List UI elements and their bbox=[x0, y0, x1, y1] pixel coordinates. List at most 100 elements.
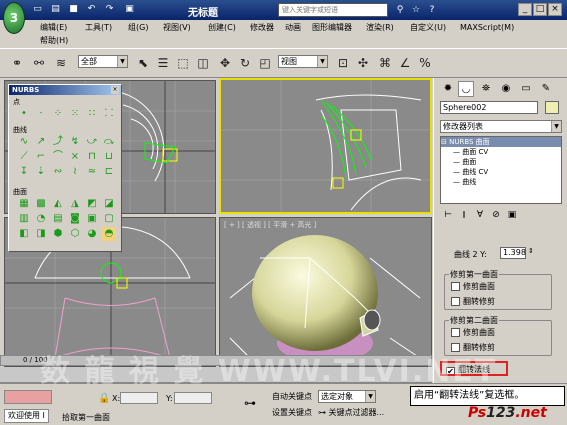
extrude-surface-icon[interactable]: ▥ bbox=[17, 212, 31, 226]
rail-sweep-2-icon[interactable]: ◨ bbox=[34, 227, 48, 241]
scale-icon[interactable]: ◰ bbox=[256, 54, 274, 72]
link-icon[interactable]: ⚭ bbox=[8, 54, 26, 72]
show-end-result-icon[interactable]: ⫾ bbox=[456, 208, 472, 222]
fillet-curve-icon[interactable]: ⌒ bbox=[51, 150, 65, 164]
y-coord-field[interactable] bbox=[174, 392, 212, 404]
stack-item-curve-cv[interactable]: — 曲线 CV bbox=[441, 167, 561, 177]
lock-selection-icon[interactable]: 🔒 bbox=[98, 393, 110, 404]
surface-surface-intersection-icon[interactable]: ⨯ bbox=[68, 150, 82, 164]
close-icon[interactable]: × bbox=[111, 86, 119, 94]
point-tool-icon[interactable]: • bbox=[17, 107, 31, 121]
x-coord-field[interactable] bbox=[120, 392, 158, 404]
display-tab-icon[interactable]: ▭ bbox=[518, 81, 534, 97]
bind-spacewarp-icon[interactable]: ≋ bbox=[52, 54, 70, 72]
flip-trim-first-checkbox[interactable]: 翻转修剪 bbox=[451, 297, 495, 307]
percent-snap-icon[interactable]: % bbox=[416, 54, 434, 72]
key-icon[interactable]: ⊶ bbox=[244, 396, 256, 410]
multisided-blend-icon[interactable]: ⬢ bbox=[51, 227, 65, 241]
select-manipulate-icon[interactable]: ✣ bbox=[354, 54, 372, 72]
cv-curve-on-surface-icon[interactable]: ∾ bbox=[51, 165, 65, 179]
uv-loft-surface-icon[interactable]: ▢ bbox=[102, 212, 116, 226]
minimize-button[interactable]: _ bbox=[518, 3, 532, 16]
create-tab-icon[interactable]: ✹ bbox=[440, 81, 456, 97]
stack-item-surface[interactable]: — 曲面 bbox=[441, 157, 561, 167]
project-icon[interactable]: ▣ bbox=[124, 4, 135, 15]
menu-tools[interactable]: 工具(T) bbox=[85, 23, 112, 33]
selection-filter-dropdown[interactable]: 全部 ▼ bbox=[78, 55, 128, 68]
star-icon[interactable]: ☆ bbox=[410, 4, 422, 16]
rail-sweep-1-icon[interactable]: ◧ bbox=[17, 227, 31, 241]
undo-icon[interactable]: ↶ bbox=[86, 4, 97, 15]
menu-animation[interactable]: 动画 bbox=[285, 23, 301, 33]
mirror-curve-icon[interactable]: ⟋ bbox=[17, 150, 31, 164]
blend-surface-icon[interactable]: ◮ bbox=[68, 197, 82, 211]
unlink-icon[interactable]: ⚯ bbox=[30, 54, 48, 72]
cap-surface-icon[interactable]: ◙ bbox=[68, 212, 82, 226]
multicurve-trim-icon[interactable]: ⬡ bbox=[68, 227, 82, 241]
surface-offset-curve-icon[interactable]: ≈ bbox=[85, 165, 99, 179]
surface-edge-curve-icon[interactable]: ⊏ bbox=[102, 165, 116, 179]
search-icon[interactable]: ⚲ bbox=[394, 4, 406, 16]
fillet-surface-active-icon[interactable]: ◓ bbox=[102, 227, 116, 241]
rect-selection-icon[interactable]: ⬚ bbox=[174, 54, 192, 72]
hierarchy-tab-icon[interactable]: ⛯ bbox=[478, 81, 494, 97]
pivot-center-icon[interactable]: ⊡ bbox=[334, 54, 352, 72]
menu-create[interactable]: 创建(C) bbox=[208, 23, 236, 33]
motion-tab-icon[interactable]: ◉ bbox=[498, 81, 514, 97]
blend-curve-icon[interactable]: ⤻ bbox=[85, 135, 99, 149]
mirror-surface-icon[interactable]: ◪ bbox=[102, 197, 116, 211]
ruled-surface-icon[interactable]: ▤ bbox=[51, 212, 65, 226]
fit-curve-icon[interactable]: ⤴ bbox=[51, 135, 65, 149]
menu-rendering[interactable]: 渲染(R) bbox=[366, 23, 394, 33]
cv-surface-icon[interactable]: ▦ bbox=[17, 197, 31, 211]
point-curve-on-surface-icon[interactable]: ≀ bbox=[68, 165, 82, 179]
trim-second-surface-checkbox[interactable]: 修剪曲面 bbox=[451, 328, 495, 338]
maximize-button[interactable]: □ bbox=[533, 3, 547, 16]
cv-curve-icon[interactable]: ∿ bbox=[17, 135, 31, 149]
move-icon[interactable]: ✥ bbox=[216, 54, 234, 72]
new-icon[interactable]: ▭ bbox=[32, 4, 43, 15]
key-filters-button[interactable]: ⊶ 关键点过滤器... bbox=[318, 407, 384, 418]
menu-graph-editors[interactable]: 图形编辑器 bbox=[312, 23, 352, 33]
close-button[interactable]: × bbox=[548, 3, 562, 16]
point-curve-icon[interactable]: ↗ bbox=[34, 135, 48, 149]
point-surface-icon[interactable]: ▩ bbox=[34, 197, 48, 211]
utilities-tab-icon[interactable]: ✎ bbox=[538, 81, 554, 97]
lathe-surface-icon[interactable]: ◔ bbox=[34, 212, 48, 226]
normal-projected-curve-icon[interactable]: ↧ bbox=[17, 165, 31, 179]
menu-help[interactable]: 帮助(H) bbox=[40, 36, 68, 46]
maxscript-listener-mini[interactable] bbox=[4, 390, 52, 404]
redo-icon[interactable]: ↷ bbox=[104, 4, 115, 15]
menu-group[interactable]: 组(G) bbox=[128, 23, 148, 33]
menu-view[interactable]: 视图(V) bbox=[163, 23, 191, 33]
configure-modifier-sets-icon[interactable]: ▣ bbox=[504, 208, 520, 222]
help-icon[interactable]: ? bbox=[426, 4, 438, 16]
chamfer-curve-icon[interactable]: ⌐ bbox=[34, 150, 48, 164]
menu-maxscript[interactable]: MAXScript(M) bbox=[460, 23, 514, 33]
stack-item-curve[interactable]: — 曲线 bbox=[441, 177, 561, 187]
v-iso-curve-icon[interactable]: ⊔ bbox=[102, 150, 116, 164]
modify-tab-icon[interactable]: ◡ bbox=[458, 81, 474, 97]
stack-item-nurbs-surface[interactable]: ⊟ NURBS 曲面 bbox=[441, 137, 561, 147]
stack-item-surface-cv[interactable]: — 曲面 CV bbox=[441, 147, 561, 157]
menu-edit[interactable]: 编辑(E) bbox=[40, 23, 67, 33]
auto-key-button[interactable]: 自动关键点 bbox=[272, 391, 312, 402]
fillet-surface-icon[interactable]: ◕ bbox=[85, 227, 99, 241]
app-logo[interactable]: 3 bbox=[3, 2, 25, 34]
reference-coordinate-dropdown[interactable]: 视图 ▼ bbox=[278, 55, 328, 68]
viewport-perspective[interactable]: [ + ] [ 透视 ] [ 平滑 + 高光 ] bbox=[219, 217, 432, 367]
object-color-swatch[interactable] bbox=[545, 101, 559, 114]
surface-curve-point-icon[interactable]: ⸬ bbox=[102, 107, 116, 121]
remove-modifier-icon[interactable]: ⊘ bbox=[488, 208, 504, 222]
snaps-toggle-icon[interactable]: ⌘ bbox=[376, 54, 394, 72]
offset-point-icon[interactable]: ⋅ bbox=[34, 107, 48, 121]
curve-point-icon[interactable]: ⁘ bbox=[51, 107, 65, 121]
transform-curve-icon[interactable]: ↯ bbox=[68, 135, 82, 149]
trim-first-surface-checkbox[interactable]: 修剪曲面 bbox=[451, 282, 495, 292]
offset-curve-icon[interactable]: ⤼ bbox=[102, 135, 116, 149]
viewport-front-active[interactable] bbox=[219, 78, 432, 214]
modifier-list-dropdown[interactable]: 修改器列表 ▼ bbox=[440, 120, 562, 133]
curve2-y-spinner[interactable]: 1.398 bbox=[500, 247, 526, 259]
offset-surface-icon[interactable]: ◩ bbox=[85, 197, 99, 211]
set-key-button[interactable]: 设置关键点 bbox=[272, 407, 312, 418]
